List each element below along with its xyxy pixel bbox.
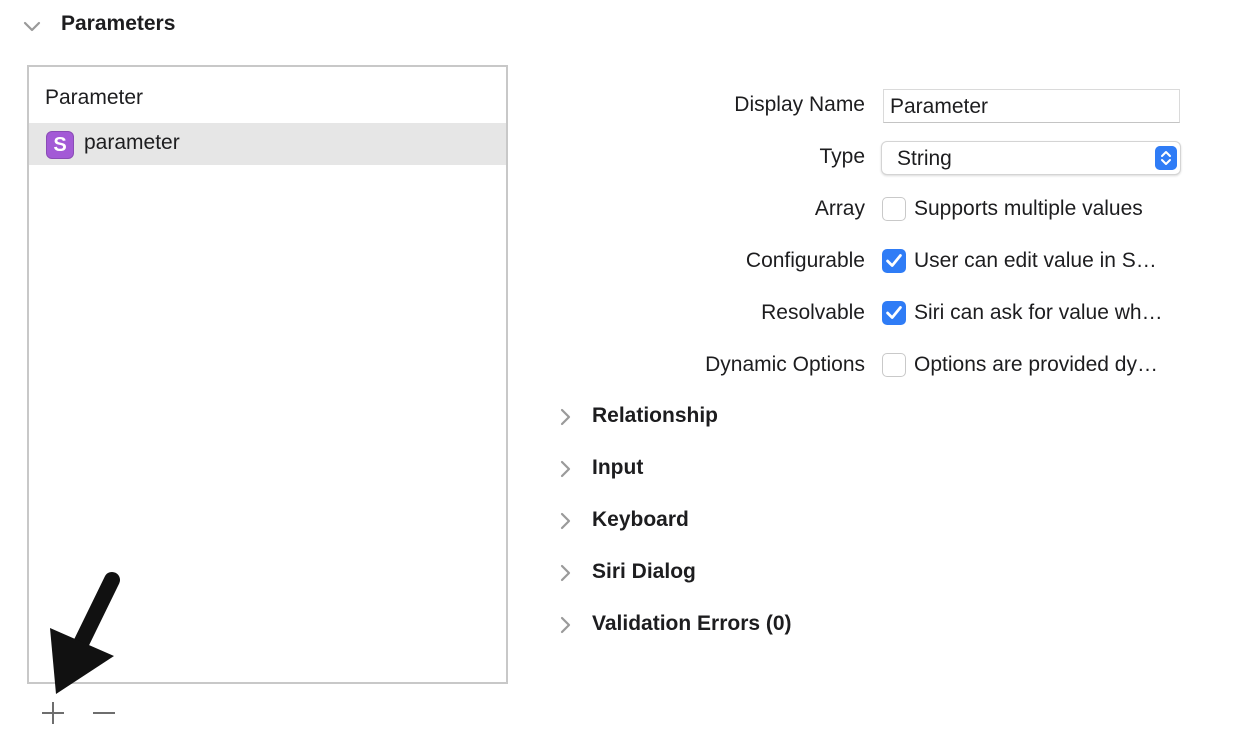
dynamic-options-option-label: Options are provided dy… xyxy=(914,353,1158,376)
array-label: Array xyxy=(814,197,865,220)
chevron-right-icon xyxy=(560,512,571,530)
display-name-label: Display Name xyxy=(734,93,865,116)
section-validation-errors[interactable]: Validation Errors (0) xyxy=(556,610,856,640)
section-disclosure[interactable] xyxy=(22,10,42,42)
list-item-label: parameter xyxy=(84,131,180,154)
resolvable-label: Resolvable xyxy=(761,301,865,324)
type-select-value: String xyxy=(897,147,952,170)
resolvable-option-label: Siri can ask for value wh… xyxy=(914,301,1163,324)
type-label: Type xyxy=(819,145,865,168)
chevron-down-icon xyxy=(23,21,41,32)
dynamic-options-checkbox[interactable] xyxy=(882,353,906,377)
configurable-option-label: User can edit value in S… xyxy=(914,249,1157,272)
section-label: Relationship xyxy=(592,404,719,427)
chevron-right-icon xyxy=(560,616,571,634)
annotation-arrow-icon xyxy=(50,572,120,694)
section-keyboard[interactable]: Keyboard xyxy=(556,506,816,536)
section-input[interactable]: Input xyxy=(556,454,816,484)
resolvable-checkbox[interactable] xyxy=(882,301,906,325)
remove-parameter-button[interactable] xyxy=(91,700,117,726)
chevron-right-icon xyxy=(560,408,571,426)
section-relationship[interactable]: Relationship xyxy=(556,402,816,432)
section-label: Keyboard xyxy=(592,508,689,531)
type-select[interactable]: String xyxy=(881,141,1181,175)
parameters-panel: Parameters Parameter S parameter Display… xyxy=(0,0,1248,742)
display-name-field[interactable]: Parameter xyxy=(883,89,1180,123)
array-option-label: Supports multiple values xyxy=(914,197,1143,220)
chevron-right-icon xyxy=(560,460,571,478)
section-title: Parameters xyxy=(61,12,176,35)
section-label: Validation Errors (0) xyxy=(592,612,792,635)
up-down-chevron-icon xyxy=(1155,146,1177,170)
list-item[interactable]: S parameter xyxy=(29,123,506,165)
configurable-label: Configurable xyxy=(745,249,865,272)
dynamic-options-label: Dynamic Options xyxy=(705,353,865,376)
configurable-checkbox[interactable] xyxy=(882,249,906,273)
list-header: Parameter xyxy=(45,86,144,109)
string-type-icon: S xyxy=(46,131,74,159)
section-label: Input xyxy=(592,456,644,479)
section-siri-dialog[interactable]: Siri Dialog xyxy=(556,558,816,588)
checkmark-icon xyxy=(886,306,902,319)
chevron-right-icon xyxy=(560,564,571,582)
array-checkbox[interactable] xyxy=(882,197,906,221)
add-parameter-button[interactable] xyxy=(40,700,66,726)
checkmark-icon xyxy=(886,254,902,267)
section-label: Siri Dialog xyxy=(592,560,696,583)
